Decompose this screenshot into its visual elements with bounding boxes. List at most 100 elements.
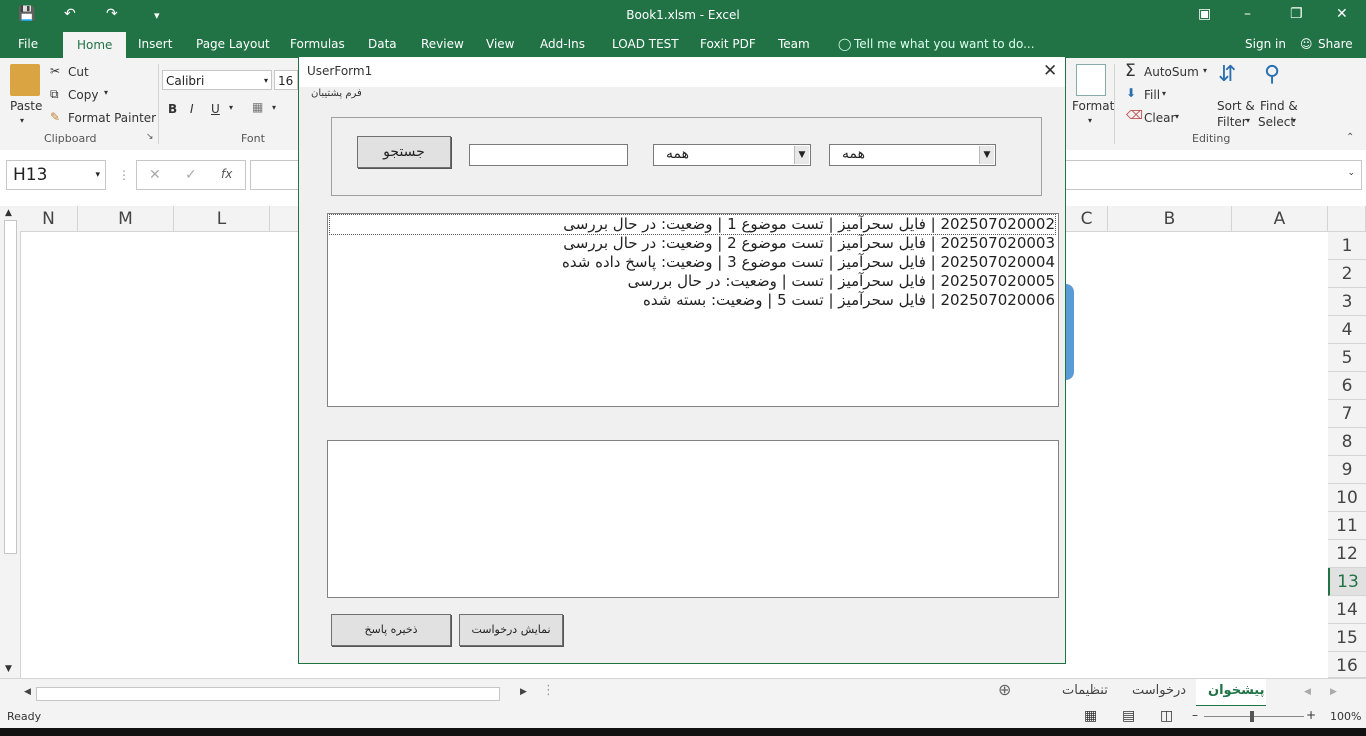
list-item[interactable]: 202507020006 | فایل سحرآمیز | تست 5 | وض…	[330, 291, 1055, 310]
row-header[interactable]: 8	[1328, 428, 1366, 456]
borders-icon[interactable]: ▦	[252, 100, 263, 114]
tab-add-ins[interactable]: Add-Ins	[540, 37, 585, 51]
sheet-tab[interactable]: تنظیمات	[1062, 683, 1108, 698]
tab-team[interactable]: Team	[778, 37, 810, 51]
tab-insert[interactable]: Insert	[138, 37, 172, 51]
clear-dropdown-icon[interactable]: ▾	[1175, 112, 1179, 121]
column-header[interactable]: C	[1066, 206, 1108, 232]
format-painter-button[interactable]: Format Painter	[68, 111, 156, 125]
paste-button[interactable]: Paste	[10, 99, 42, 113]
row-header[interactable]: 10	[1328, 484, 1366, 512]
expand-formula-icon[interactable]: ⌄	[1347, 168, 1355, 178]
row-header[interactable]: 14	[1328, 596, 1366, 624]
find-select-dropdown-icon[interactable]: ▾	[1292, 116, 1296, 125]
horizontal-scrollbar[interactable]	[36, 687, 500, 701]
row-header[interactable]: 1	[1328, 232, 1366, 260]
requests-listbox[interactable]: 202507020002 | فایل سحرآمیز | تست موضوع …	[327, 213, 1059, 407]
autosum-dropdown-icon[interactable]: ▾	[1203, 66, 1207, 75]
zoom-slider-thumb[interactable]	[1250, 711, 1254, 722]
column-header[interactable]: N	[20, 206, 78, 232]
row-header[interactable]: 11	[1328, 512, 1366, 540]
hscroll-right-icon[interactable]: ▶	[520, 687, 527, 697]
sort-filter-dropdown-icon[interactable]: ▾	[1246, 116, 1250, 125]
fill-button[interactable]: Fill	[1144, 88, 1160, 102]
category-filter-select[interactable]: همه ▼	[829, 144, 996, 166]
chevron-down-icon[interactable]: ▼	[979, 146, 994, 164]
vertical-scrollbar[interactable]: ▲ ▼	[0, 206, 21, 678]
list-item[interactable]: 202507020003 | فایل سحرآمیز | تست موضوع …	[330, 234, 1055, 253]
sort-filter-icon[interactable]: ⇵	[1218, 62, 1236, 87]
share-button[interactable]: Share	[1318, 37, 1353, 51]
zoom-out-icon[interactable]: –	[1192, 708, 1198, 722]
column-header[interactable]: B	[1108, 206, 1232, 232]
scroll-up-icon[interactable]: ▲	[5, 208, 12, 218]
paste-dropdown-icon[interactable]: ▾	[20, 116, 24, 125]
chevron-down-icon[interactable]: ▼	[794, 146, 809, 164]
scrollbar-thumb[interactable]	[4, 220, 17, 554]
column-header[interactable]: A	[1232, 206, 1328, 232]
tab-load-test[interactable]: LOAD TEST	[612, 37, 679, 51]
collapse-ribbon-icon[interactable]: ⌃	[1346, 132, 1354, 143]
paste-icon[interactable]	[10, 64, 40, 96]
sheet-prev-icon[interactable]: ◀	[1304, 687, 1311, 697]
list-item[interactable]: 202507020004 | فایل سحرآمیز | تست موضوع …	[330, 253, 1055, 272]
close-window-icon[interactable]: ✕	[1336, 6, 1348, 22]
row-header[interactable]: 9	[1328, 456, 1366, 484]
clear-button[interactable]: Clear	[1144, 111, 1175, 125]
underline-button[interactable]: U	[211, 102, 220, 116]
sheet-tab[interactable]: درخواست	[1132, 683, 1186, 698]
tab-home[interactable]: Home	[63, 32, 127, 58]
sign-in-link[interactable]: Sign in	[1245, 37, 1286, 51]
hscroll-left-icon[interactable]: ◀	[24, 687, 31, 697]
insert-function-icon[interactable]: fx	[221, 167, 232, 181]
cancel-icon[interactable]: ✕	[149, 167, 161, 183]
enter-icon[interactable]: ✓	[185, 167, 197, 183]
row-header[interactable]: 4	[1328, 316, 1366, 344]
borders-dropdown-icon[interactable]: ▾	[272, 103, 276, 112]
ribbon-display-icon[interactable]: ▣	[1198, 6, 1211, 22]
tab-view[interactable]: View	[486, 37, 514, 51]
autosum-button[interactable]: AutoSum	[1144, 65, 1199, 79]
italic-button[interactable]: I	[190, 102, 194, 116]
copy-dropdown-icon[interactable]: ▾	[104, 88, 108, 97]
font-size-select[interactable]: 16	[274, 70, 298, 90]
tab-page-layout[interactable]: Page Layout	[196, 37, 270, 51]
tab-foxit-pdf[interactable]: Foxit PDF	[700, 37, 756, 51]
search-input[interactable]	[469, 144, 628, 166]
search-button[interactable]: جستجو	[357, 136, 451, 168]
column-header[interactable]: M	[78, 206, 174, 232]
minimize-icon[interactable]: –	[1244, 6, 1251, 22]
scroll-down-icon[interactable]: ▼	[5, 664, 12, 674]
cut-button[interactable]: Cut	[68, 65, 89, 79]
sort-filter-button[interactable]: Sort &	[1217, 99, 1255, 113]
format-icon[interactable]	[1076, 64, 1106, 96]
zoom-level[interactable]: 100%	[1330, 710, 1361, 723]
bold-button[interactable]: B	[168, 102, 177, 116]
show-request-button[interactable]: نمایش درخواست	[459, 614, 563, 646]
row-header[interactable]: 3	[1328, 288, 1366, 316]
split-handle-icon[interactable]: ⋮	[542, 683, 555, 698]
find-select-icon[interactable]: ⚲	[1264, 62, 1280, 87]
row-header[interactable]: 7	[1328, 400, 1366, 428]
list-item[interactable]: 202507020002 | فایل سحرآمیز | تست موضوع …	[329, 214, 1056, 235]
column-header[interactable]: L	[174, 206, 270, 232]
fill-dropdown-icon[interactable]: ▾	[1162, 89, 1166, 98]
format-dropdown-icon[interactable]: ▾	[1088, 116, 1092, 125]
row-header[interactable]: 6	[1328, 372, 1366, 400]
copy-button[interactable]: Copy	[68, 88, 98, 102]
select-all-corner[interactable]	[1328, 206, 1366, 232]
name-box[interactable]: H13 ▾	[6, 160, 106, 190]
clipboard-launcher-icon[interactable]: ↘	[146, 132, 154, 142]
save-reply-button[interactable]: ذخیره پاسخ	[331, 614, 451, 646]
row-header-selected[interactable]: 13	[1328, 568, 1366, 596]
find-select-button[interactable]: Find &	[1260, 99, 1298, 113]
tab-review[interactable]: Review	[421, 37, 464, 51]
underline-dropdown-icon[interactable]: ▾	[229, 103, 233, 112]
page-break-view-icon[interactable]: ◫	[1160, 708, 1173, 724]
zoom-in-icon[interactable]: +	[1306, 708, 1316, 722]
row-header[interactable]: 12	[1328, 540, 1366, 568]
column-header[interactable]	[270, 206, 300, 232]
row-header[interactable]: 2	[1328, 260, 1366, 288]
row-header[interactable]: 16	[1328, 652, 1366, 678]
restore-icon[interactable]: ❐	[1290, 6, 1303, 22]
